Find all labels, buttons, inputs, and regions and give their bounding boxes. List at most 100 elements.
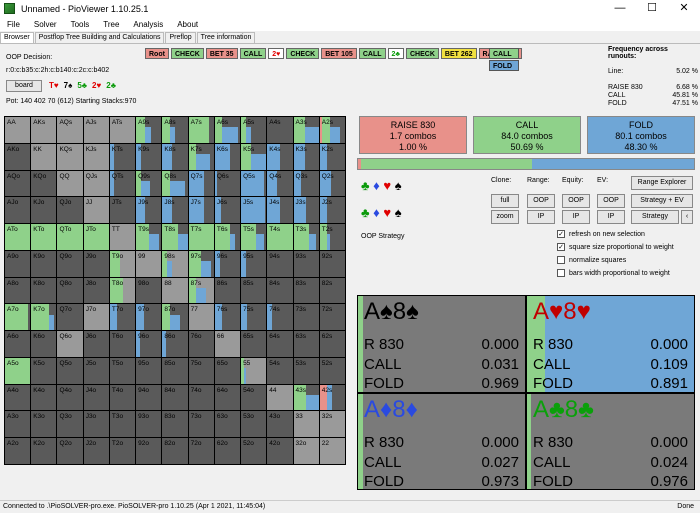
checkbox-box[interactable]: ✓	[557, 243, 565, 251]
hand-cell-T9s[interactable]: T9s	[136, 224, 162, 250]
hand-cell-ATs[interactable]: ATs	[109, 117, 136, 143]
menu-item-tools[interactable]: Tools	[64, 20, 97, 29]
hand-cell-42s[interactable]: 42s	[319, 384, 345, 411]
strategy-ev-button[interactable]: Strategy + EV	[631, 194, 693, 208]
hand-cell-T3s[interactable]: T3s	[293, 224, 319, 250]
hand-cell-A9s[interactable]: A9s	[136, 117, 162, 143]
hand-cell-K3s[interactable]: K3s	[293, 143, 319, 170]
hand-cell-K9s[interactable]: K9s	[136, 143, 162, 170]
hand-cell-J3s[interactable]: J3s	[293, 197, 319, 224]
hand-cell-84o[interactable]: 84o	[162, 384, 188, 411]
hand-cell-A6o[interactable]: A6o	[5, 331, 31, 357]
hand-cell-86o[interactable]: 86o	[162, 331, 188, 357]
combo-panel-1[interactable]: A♥8♥ R 830 0.000 CALL 0.109 FOLD 0.891	[527, 296, 694, 392]
hand-cell-AKs[interactable]: AKs	[31, 117, 57, 143]
hand-cell-T3o[interactable]: T3o	[109, 411, 136, 438]
hand-cell-J3o[interactable]: J3o	[83, 411, 109, 438]
hand-cell-J5o[interactable]: J5o	[83, 357, 109, 384]
hand-cell-K7s[interactable]: K7s	[188, 143, 214, 170]
hand-cell-KTo[interactable]: KTo	[31, 224, 57, 250]
hand-cell-54s[interactable]: 54s	[267, 357, 293, 384]
next-action-fold[interactable]: FOLD	[489, 60, 519, 71]
ev-oop-button[interactable]: OOP	[597, 194, 625, 208]
suit-filter-row-1[interactable]: ♣ ♦ ♥ ♠	[361, 178, 402, 193]
strategy-button[interactable]: Strategy	[631, 210, 679, 224]
hand-cell-T8o[interactable]: T8o	[109, 277, 136, 304]
checkbox-3[interactable]: bars width proportional to weight	[557, 269, 670, 277]
hand-cell-K9o[interactable]: K9o	[31, 250, 57, 277]
hand-cell-K4s[interactable]: K4s	[267, 143, 293, 170]
hand-cell-AQo[interactable]: AQo	[5, 170, 31, 197]
hand-cell-53o[interactable]: 53o	[241, 411, 267, 438]
hand-cell-64s[interactable]: 64s	[267, 331, 293, 357]
hand-cell-K8s[interactable]: K8s	[162, 143, 188, 170]
hand-cell-K2o[interactable]: K2o	[31, 438, 57, 464]
hand-cell-KJs[interactable]: KJs	[83, 143, 109, 170]
hand-cell-Q6s[interactable]: Q6s	[214, 170, 241, 197]
hand-cell-J7o[interactable]: J7o	[83, 304, 109, 331]
hand-cell-22[interactable]: 22	[319, 438, 345, 464]
hand-cell-A2o[interactable]: A2o	[5, 438, 31, 464]
breadcrumb-node-10[interactable]: BET 262	[440, 48, 477, 59]
hand-cell-62s[interactable]: 62s	[319, 331, 345, 357]
hand-cell-87o[interactable]: 87o	[162, 304, 188, 331]
hand-cell-Q4s[interactable]: Q4s	[267, 170, 293, 197]
checkbox-box[interactable]	[557, 256, 565, 264]
hand-cell-T5s[interactable]: T5s	[241, 224, 267, 250]
equity-oop-button[interactable]: OOP	[562, 194, 590, 208]
hand-cell-86s[interactable]: 86s	[214, 277, 241, 304]
hand-cell-A8o[interactable]: A8o	[5, 277, 31, 304]
hand-cell-AJo[interactable]: AJo	[5, 197, 31, 224]
hand-cell-J4o[interactable]: J4o	[83, 384, 109, 411]
hand-cell-K2s[interactable]: K2s	[319, 143, 345, 170]
hand-cell-82o[interactable]: 82o	[162, 438, 188, 464]
collapse-arrow-icon[interactable]: ‹	[681, 210, 693, 224]
hand-cell-94o[interactable]: 94o	[136, 384, 162, 411]
hand-cell-QQ[interactable]: QQ	[57, 170, 83, 197]
hand-cell-K8o[interactable]: K8o	[31, 277, 57, 304]
zoom-button[interactable]: zoom	[491, 210, 519, 224]
hand-cell-AQs[interactable]: AQs	[57, 117, 83, 143]
hand-cell-JTs[interactable]: JTs	[109, 197, 136, 224]
range-oop-button[interactable]: OOP	[527, 194, 555, 208]
hand-cell-A3o[interactable]: A3o	[5, 411, 31, 438]
hand-cell-A7o[interactable]: A7o	[5, 304, 31, 331]
breadcrumb-node-0[interactable]: Root	[145, 48, 169, 59]
breadcrumb-node-6[interactable]: BET 105	[321, 48, 357, 59]
hand-cell-A5o[interactable]: A5o	[5, 357, 31, 384]
hand-cell-QTs[interactable]: QTs	[109, 170, 136, 197]
hand-cell-T7s[interactable]: T7s	[188, 224, 214, 250]
breadcrumb-node-7[interactable]: CALL	[358, 48, 386, 59]
hand-cell-98o[interactable]: 98o	[136, 277, 162, 304]
hand-cell-JTo[interactable]: JTo	[83, 224, 109, 250]
hand-cell-83o[interactable]: 83o	[162, 411, 188, 438]
breadcrumb-node-4[interactable]: 2♥	[268, 48, 285, 59]
range-explorer-button[interactable]: Range Explorer	[631, 176, 693, 190]
checkbox-2[interactable]: normalize squares	[557, 256, 626, 264]
hand-cell-A3s[interactable]: A3s	[293, 117, 319, 143]
hand-cell-52o[interactable]: 52o	[241, 438, 267, 464]
hand-cell-Q9s[interactable]: Q9s	[136, 170, 162, 197]
hand-cell-Q7s[interactable]: Q7s	[188, 170, 214, 197]
menu-item-analysis[interactable]: Analysis	[126, 20, 170, 29]
hand-cell-64o[interactable]: 64o	[214, 384, 241, 411]
hand-cell-T2o[interactable]: T2o	[109, 438, 136, 464]
hand-cell-J8o[interactable]: J8o	[83, 277, 109, 304]
hand-cell-63o[interactable]: 63o	[214, 411, 241, 438]
hand-cell-TT[interactable]: TT	[109, 224, 136, 250]
breadcrumb-node-5[interactable]: CHECK	[286, 48, 320, 59]
hand-cell-76o[interactable]: 76o	[188, 331, 214, 357]
hand-cell-Q5s[interactable]: Q5s	[241, 170, 267, 197]
hand-cell-T4o[interactable]: T4o	[109, 384, 136, 411]
hand-cell-J6o[interactable]: J6o	[83, 331, 109, 357]
hand-cell-T9o[interactable]: T9o	[109, 250, 136, 277]
hand-cell-74s[interactable]: 74s	[267, 304, 293, 331]
hand-cell-97o[interactable]: 97o	[136, 304, 162, 331]
hand-cell-J8s[interactable]: J8s	[162, 197, 188, 224]
hand-cell-42o[interactable]: 42o	[267, 438, 293, 464]
hand-cell-JJ[interactable]: JJ	[83, 197, 109, 224]
tab-0[interactable]: Browser	[0, 32, 34, 43]
hand-cell-QJo[interactable]: QJo	[57, 197, 83, 224]
hand-cell-92o[interactable]: 92o	[136, 438, 162, 464]
hand-cell-72s[interactable]: 72s	[319, 304, 345, 331]
